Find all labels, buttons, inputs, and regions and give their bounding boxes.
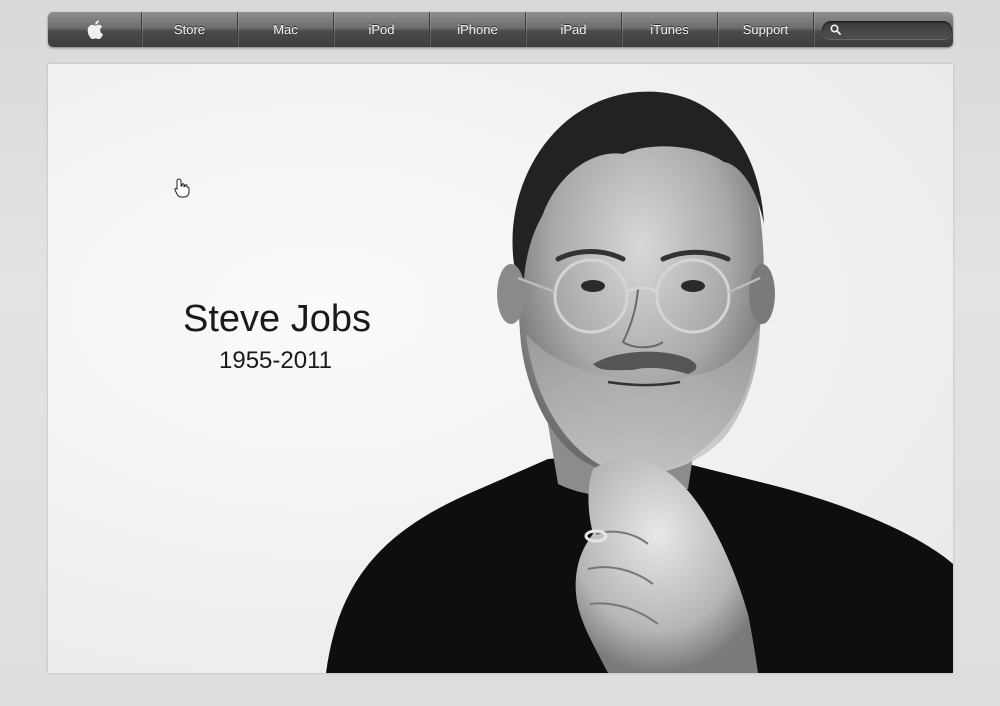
memorial-dates: 1955-2011: [219, 347, 332, 374]
hand-pointer-icon: [174, 178, 190, 198]
apple-logo-icon: [87, 20, 103, 39]
memorial-hero: Steve Jobs 1955-2011: [48, 64, 953, 673]
nav-item-iphone[interactable]: iPhone: [430, 12, 526, 47]
nav-item-ipod[interactable]: iPod: [334, 12, 430, 47]
search-field[interactable]: [822, 20, 952, 39]
search-input[interactable]: [845, 22, 939, 37]
search-icon: [830, 24, 841, 35]
nav-item-store[interactable]: Store: [142, 12, 238, 47]
memorial-name: Steve Jobs: [183, 298, 371, 340]
black-and-white-portrait: [326, 91, 953, 673]
nav-item-itunes[interactable]: iTunes: [622, 12, 718, 47]
global-nav: Store Mac iPod iPhone iPad iTunes Suppor…: [48, 12, 953, 47]
nav-item-support[interactable]: Support: [718, 12, 814, 47]
nav-item-ipad[interactable]: iPad: [526, 12, 622, 47]
nav-search-area: [814, 12, 953, 47]
nav-item-mac[interactable]: Mac: [238, 12, 334, 47]
nav-apple-home[interactable]: [48, 12, 142, 47]
